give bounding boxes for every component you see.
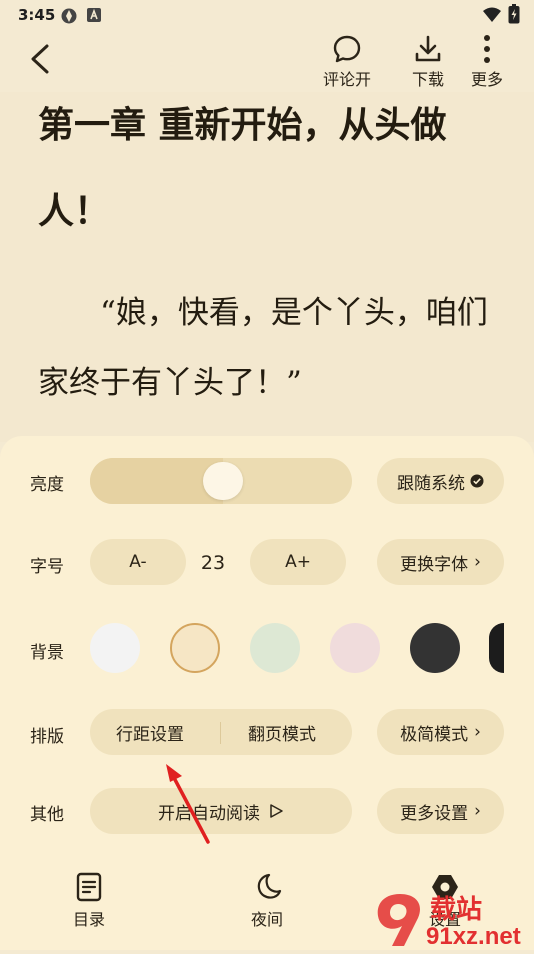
toc-label: 目录 [72,910,105,929]
chapter-paragraph: “娘，快看，是个丫头，咱们家终于有丫头了！” [38,278,508,418]
paragraph-text: “娘，快看，是个丫头，咱们家终于有丫头了！” [38,295,488,401]
brightness-slider-handle[interactable] [203,462,243,500]
comments-toggle-label: 评论开 [322,70,371,89]
document-list-icon [76,872,102,902]
chevron-right-icon: › [474,722,481,742]
brightness-label: 亮度 [30,475,64,495]
background-swatch[interactable] [250,623,300,673]
battery-icon [508,4,520,28]
night-mode-button[interactable]: 夜间 [242,872,292,930]
page-turn-mode-button[interactable]: 翻页模式 [248,720,316,745]
download-label: 下载 [411,70,444,89]
more-vertical-icon [484,35,490,63]
check-circle-icon [470,474,484,488]
background-swatch[interactable] [330,623,380,673]
layout-divider [220,722,221,744]
chapter-title: 第一章 重新开始，从头做人！ [38,104,447,232]
play-icon [270,804,283,818]
site-watermark: 载站 91xz.net [370,888,534,950]
background-swatch[interactable] [489,623,504,673]
watermark-text-bottom: 91xz.net [426,923,521,950]
reader-top-bar: 评论开 下载 更多 [0,30,534,93]
comment-bubble-icon [333,35,361,63]
toc-button[interactable]: 目录 [64,872,114,930]
watermark-text-top: 载站 [430,894,482,924]
a-notification-icon [86,7,102,27]
font-size-label: 字号 [30,557,64,577]
background-swatch[interactable] [90,623,140,673]
brightness-slider[interactable] [90,458,352,504]
reading-area[interactable]: 第一章 重新开始，从头做人！ “娘，快看，是个丫头，咱们家终于有丫头了！” [0,92,534,442]
minimal-mode-label: 极简模式 [400,724,469,745]
background-label: 背景 [30,643,64,663]
background-swatch[interactable] [170,623,220,673]
chevron-right-icon: › [474,552,481,572]
font-increase-button[interactable]: A+ [250,539,346,585]
change-font-label: 更换字体 [400,554,469,575]
more-label: 更多 [470,70,503,89]
layout-group: 行距设置 翻页模式 [90,709,352,755]
app-notification-icon [60,7,78,29]
follow-system-button[interactable]: 跟随系统 [377,458,504,504]
moon-icon [257,873,282,899]
settings-panel: 亮度 跟随系统 字号 A- 23 A+ 更换字体 › 背景 排版 行距设置 翻页… [0,436,534,950]
wifi-icon [482,7,502,27]
background-swatch[interactable] [410,623,460,673]
chevron-left-icon [31,44,49,74]
line-spacing-button[interactable]: 行距设置 [116,720,184,745]
back-button[interactable] [26,42,58,76]
status-time: 3:45 [18,6,56,24]
download-icon [415,35,441,62]
chevron-right-icon: › [474,801,481,821]
night-mode-label: 夜间 [250,910,283,929]
minimal-mode-button[interactable]: 极简模式 › [377,709,504,755]
font-decrease-button[interactable]: A- [90,539,186,585]
font-decrease-label: A- [129,552,147,572]
font-size-value: 23 [200,552,226,574]
watermark-logo-icon: 载站 91xz.net [377,894,521,950]
follow-system-label: 跟随系统 [397,473,465,494]
red-arrow-annotation [166,764,210,844]
font-increase-label: A+ [285,552,311,572]
other-label: 其他 [30,805,64,825]
more-button[interactable]: 更多 [466,34,508,90]
comments-toggle-button[interactable]: 评论开 [318,34,376,90]
layout-label: 排版 [30,727,64,747]
change-font-button[interactable]: 更换字体 › [377,539,504,585]
download-button[interactable]: 下载 [406,34,450,90]
auto-read-button[interactable]: 开启自动阅读 [90,788,352,834]
status-bar: 3:45 [0,0,534,30]
more-settings-button[interactable]: 更多设置 › [377,788,504,834]
more-settings-label: 更多设置 [400,803,469,824]
